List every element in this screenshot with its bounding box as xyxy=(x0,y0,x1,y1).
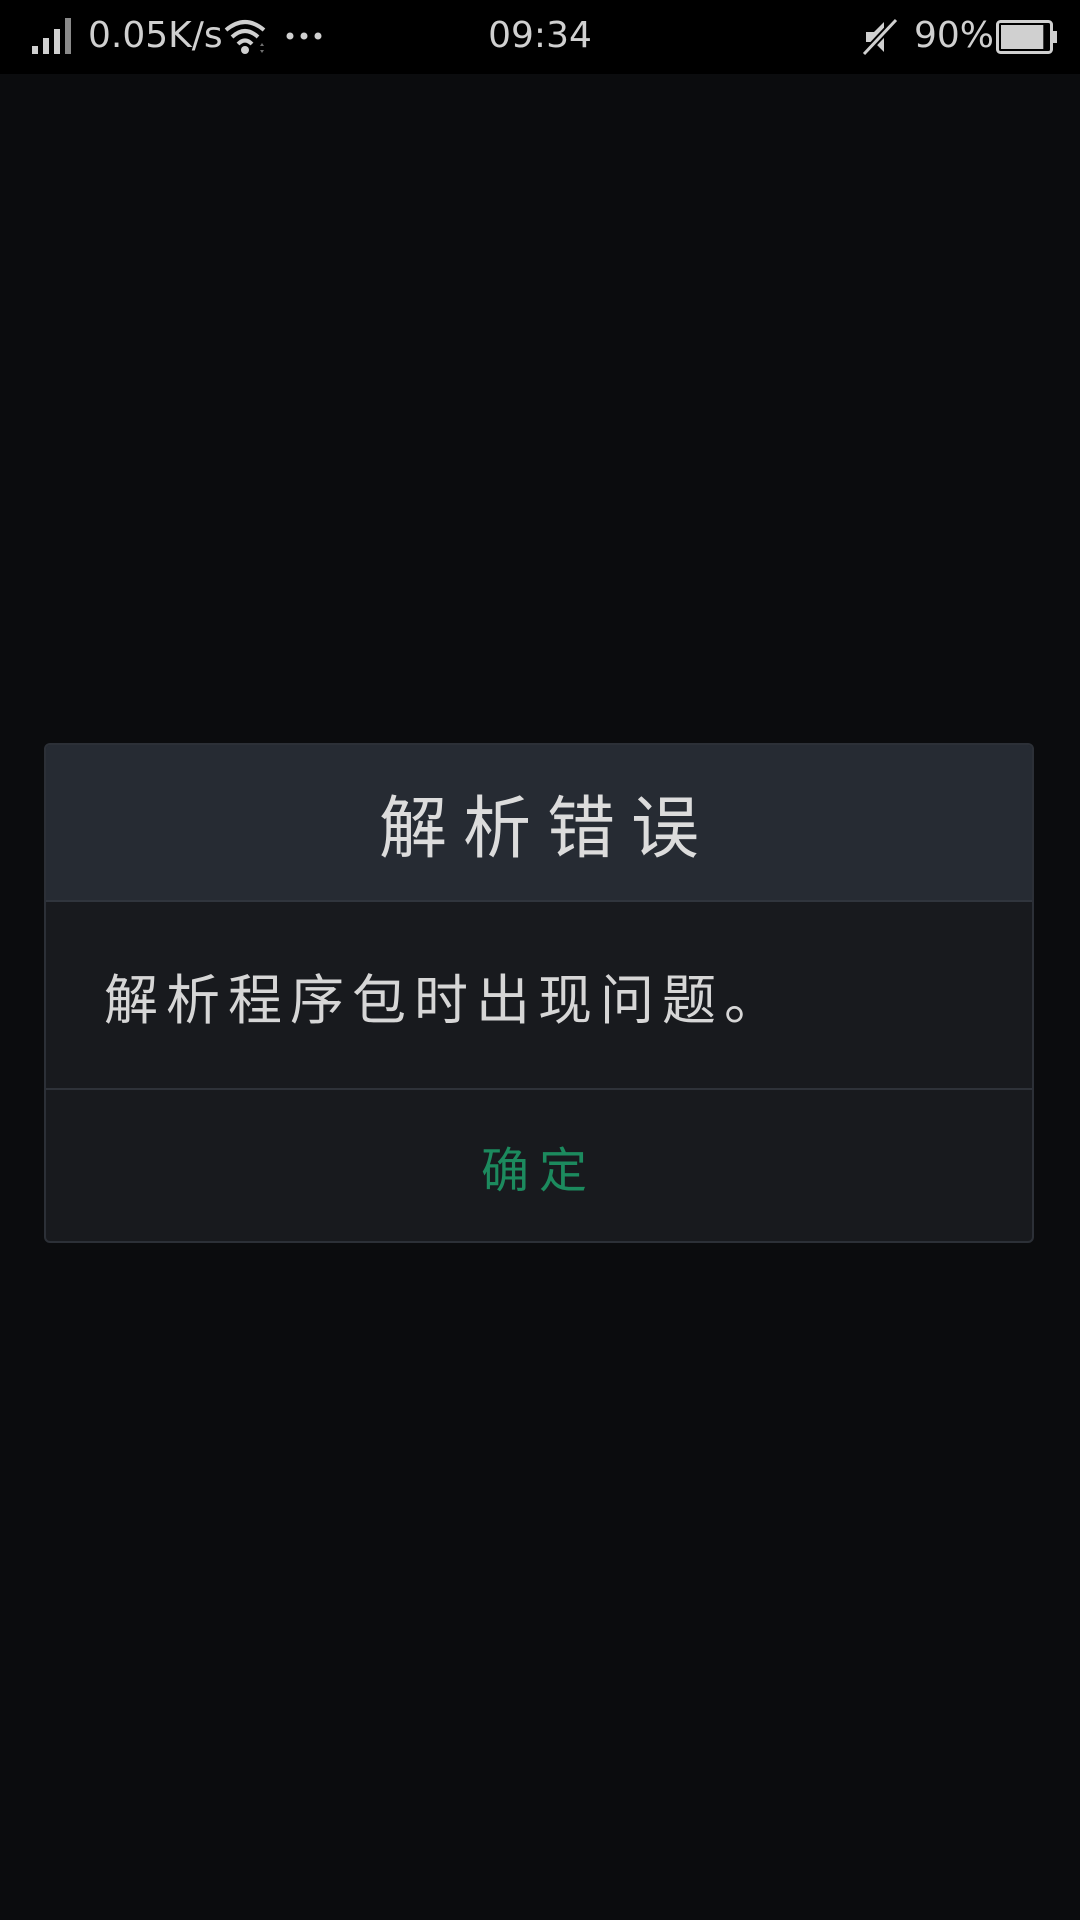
mute-icon xyxy=(861,17,899,57)
battery-icon xyxy=(996,20,1057,54)
dialog-title: 解析错误 xyxy=(378,790,715,869)
dialog-header: 解析错误 xyxy=(46,745,1032,902)
confirm-button[interactable]: 确定 xyxy=(451,1121,627,1211)
dialog-footer: 确定 xyxy=(46,1090,1032,1241)
status-bar: 0.05K/s 09:34 90% xyxy=(0,0,1080,74)
dialog-message: 解析程序包时出现问题。 xyxy=(104,968,786,1032)
battery-percent: 90% xyxy=(914,15,995,56)
error-dialog: 解析错误 解析程序包时出现问题。 确定 xyxy=(44,743,1034,1243)
dialog-body: 解析程序包时出现问题。 xyxy=(46,902,1032,1090)
battery-fill xyxy=(1001,25,1044,49)
